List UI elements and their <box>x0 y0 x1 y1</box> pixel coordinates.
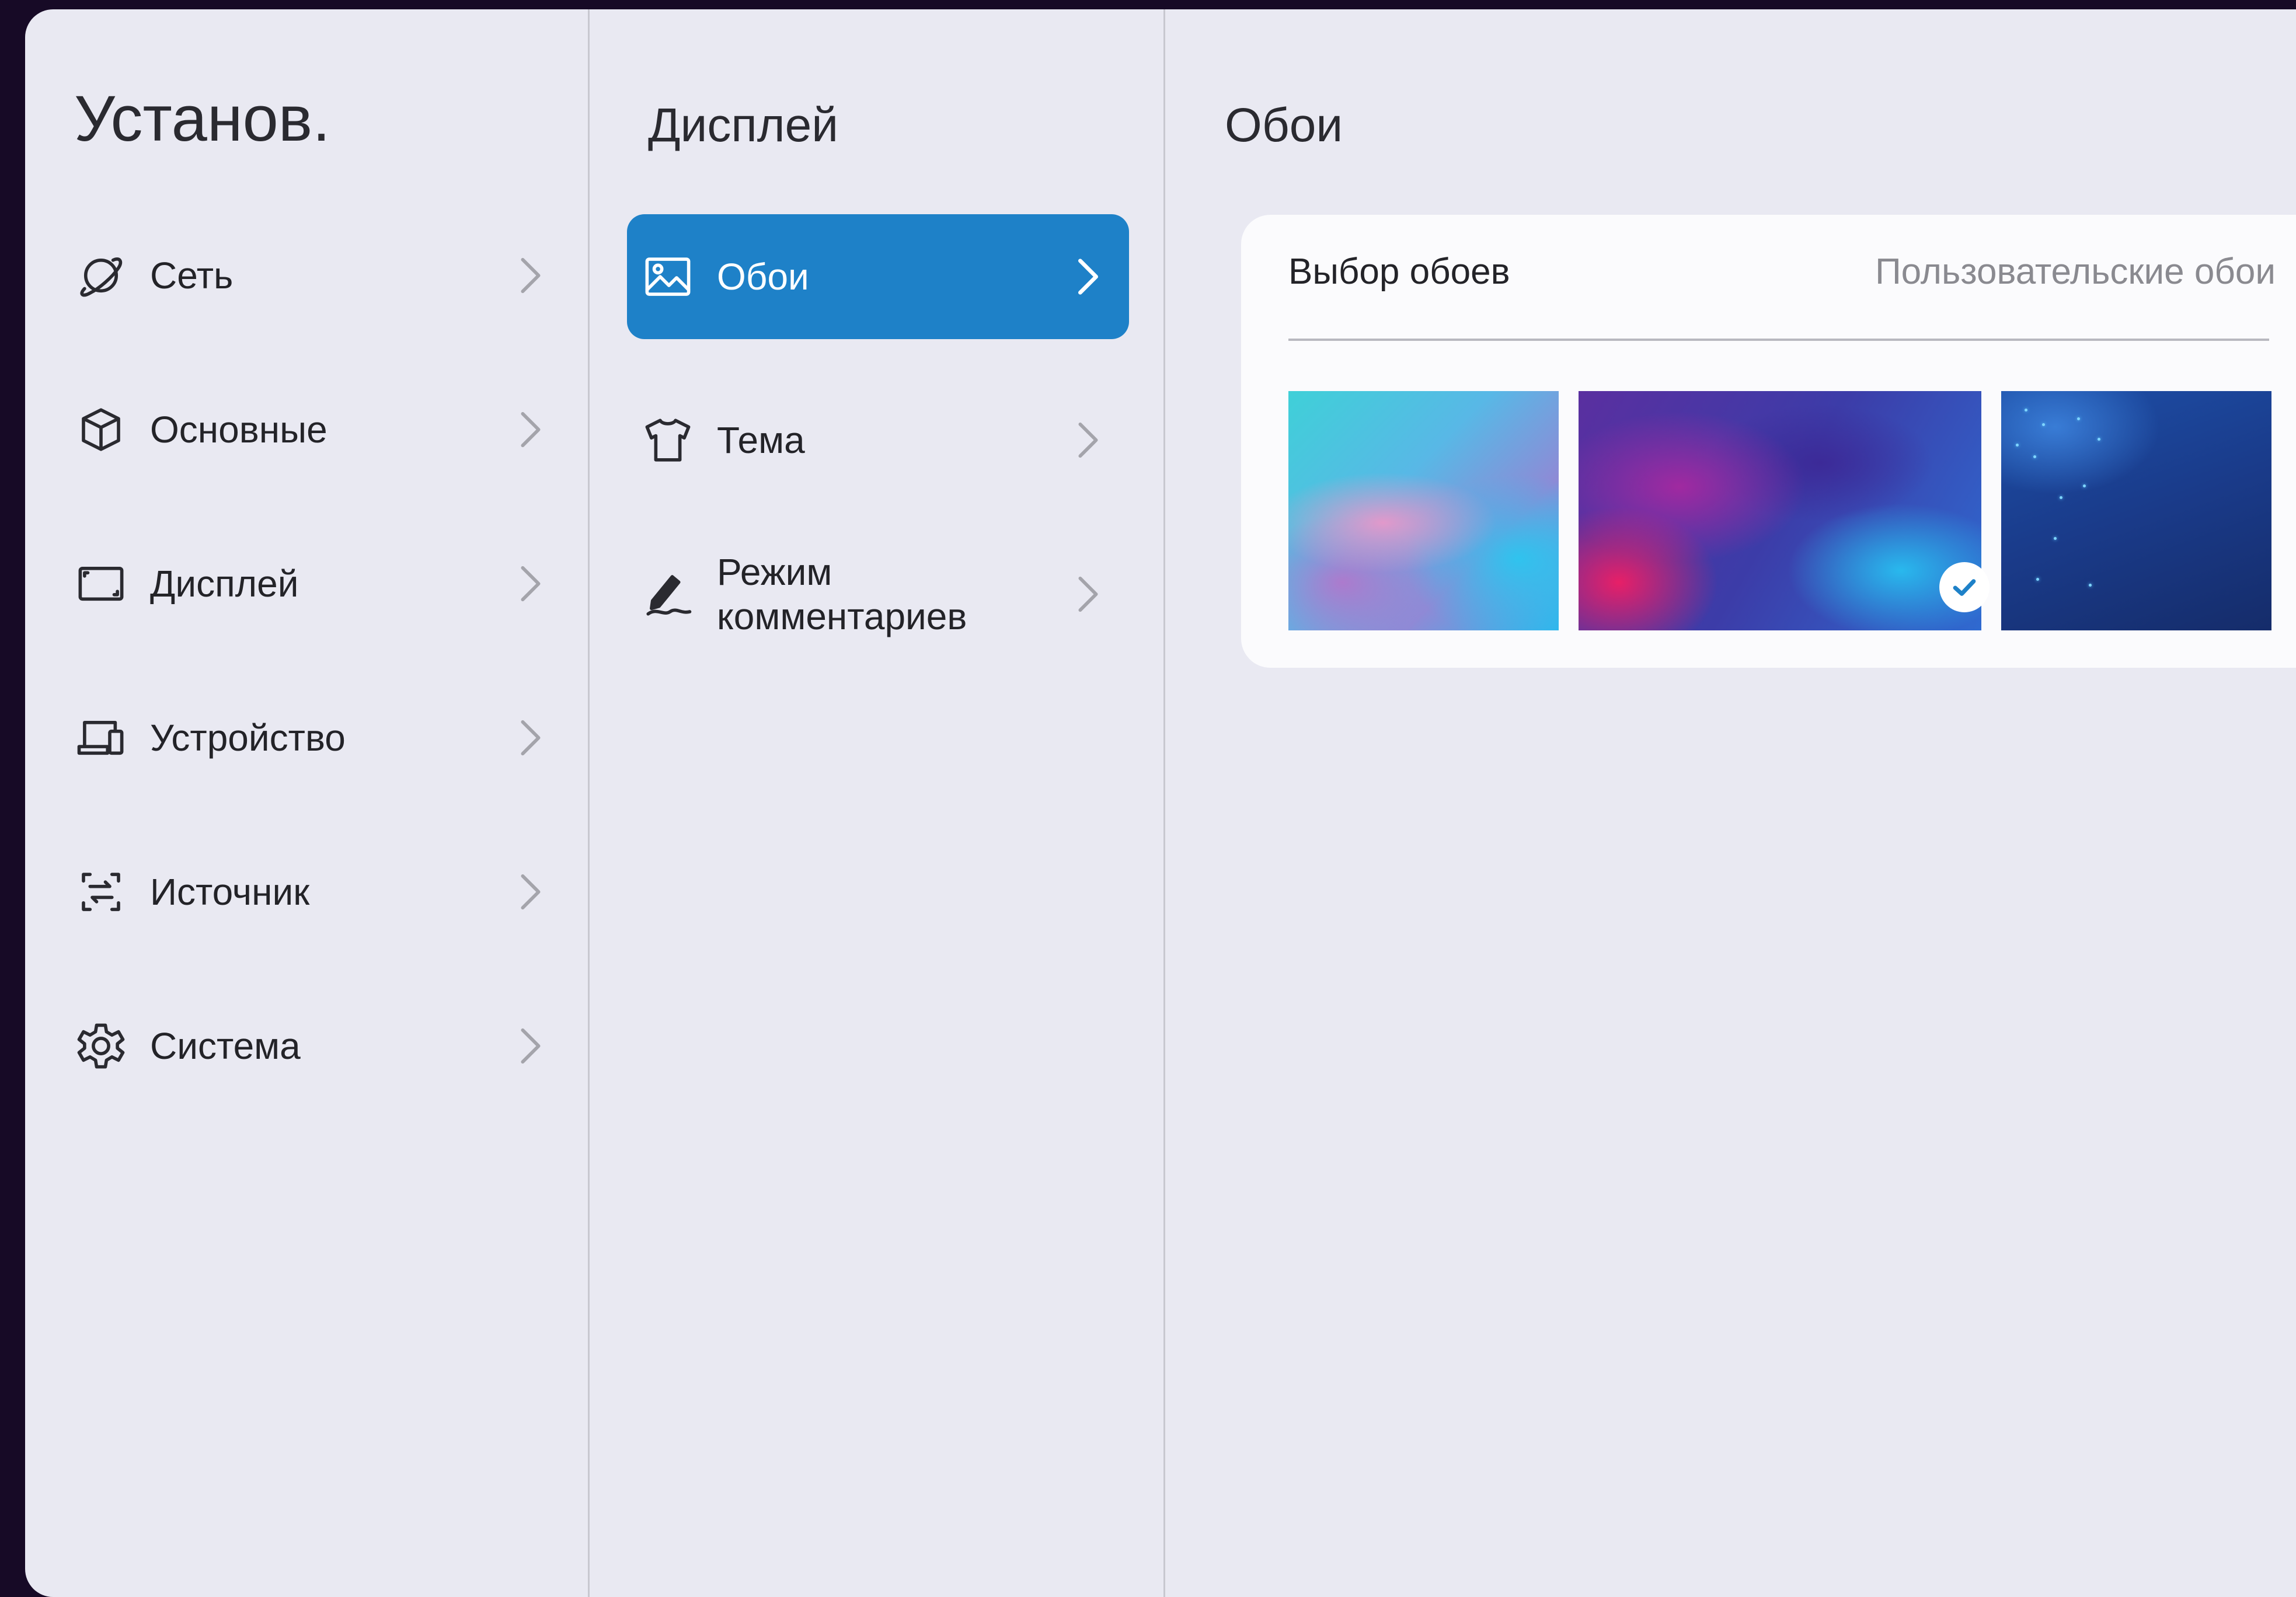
submenu-item-theme[interactable]: Тема <box>627 378 1129 503</box>
submenu-item-wallpaper[interactable]: Обои <box>627 214 1129 339</box>
pen-icon <box>640 566 696 622</box>
sidebar-item-label: Сеть <box>150 254 234 297</box>
wallpaper-card: Выбор обоев Пользовательские обои <box>1241 215 2296 668</box>
sidebar-item-general[interactable]: Основные <box>73 383 563 476</box>
source-icon <box>73 864 129 920</box>
chevron-right-icon <box>1075 574 1101 615</box>
sidebar-item-system[interactable]: Система <box>73 999 563 1093</box>
cube-icon <box>73 402 129 458</box>
column-divider <box>588 9 590 1597</box>
device-icon <box>73 710 129 766</box>
submenu-title: Дисплей <box>648 99 838 152</box>
sidebar-item-network[interactable]: Сеть <box>73 229 563 322</box>
wallpaper-choice-label: Выбор обоев <box>1288 252 1510 292</box>
wallpaper-choice-value: Пользовательские обои <box>1875 252 2276 292</box>
sidebar-item-label: Основные <box>150 409 327 451</box>
column-divider <box>1163 9 1165 1597</box>
chevron-right-icon <box>1075 420 1101 461</box>
sidebar-item-source[interactable]: Источник <box>73 845 563 939</box>
wallpaper-choice-row[interactable]: Выбор обоев Пользовательские обои <box>1241 215 2296 340</box>
chevron-right-icon <box>518 409 543 450</box>
image-icon <box>640 249 696 305</box>
wallpaper-thumbnail-2[interactable] <box>1579 391 1981 630</box>
sidebar-item-label: Дисплей <box>150 563 299 605</box>
sidebar-item-label: Источник <box>150 871 310 913</box>
divider <box>1288 339 2269 341</box>
settings-panel: Установ. Сеть Основные Дисплей Устройств… <box>25 9 2296 1597</box>
submenu-item-label: Режим комментариев <box>717 551 967 637</box>
gear-icon <box>73 1018 129 1074</box>
detail-title: Обои <box>1225 99 1343 152</box>
chevron-right-icon <box>518 717 543 758</box>
selected-check-icon <box>1939 562 1990 612</box>
submenu-item-label: Тема <box>717 419 805 461</box>
sidebar-item-device[interactable]: Устройство <box>73 691 563 784</box>
chevron-right-icon <box>1075 256 1101 297</box>
tshirt-icon <box>640 412 696 468</box>
chevron-right-icon <box>518 1026 543 1066</box>
chevron-right-icon <box>518 563 543 604</box>
sidebar-item-display[interactable]: Дисплей <box>73 537 563 630</box>
sidebar-item-label: Устройство <box>150 717 346 759</box>
chevron-right-icon <box>518 871 543 912</box>
wallpaper-thumbnail-3[interactable] <box>2001 391 2271 630</box>
display-icon <box>73 556 129 612</box>
submenu-item-annotation-mode[interactable]: Режим комментариев <box>627 532 1129 657</box>
sidebar-item-label: Система <box>150 1025 301 1067</box>
submenu-item-label: Обои <box>717 256 809 298</box>
wallpaper-thumbnail-1[interactable] <box>1288 391 1559 630</box>
sidebar-title: Установ. <box>74 83 330 155</box>
chevron-right-icon <box>518 255 543 296</box>
network-icon <box>73 247 129 304</box>
